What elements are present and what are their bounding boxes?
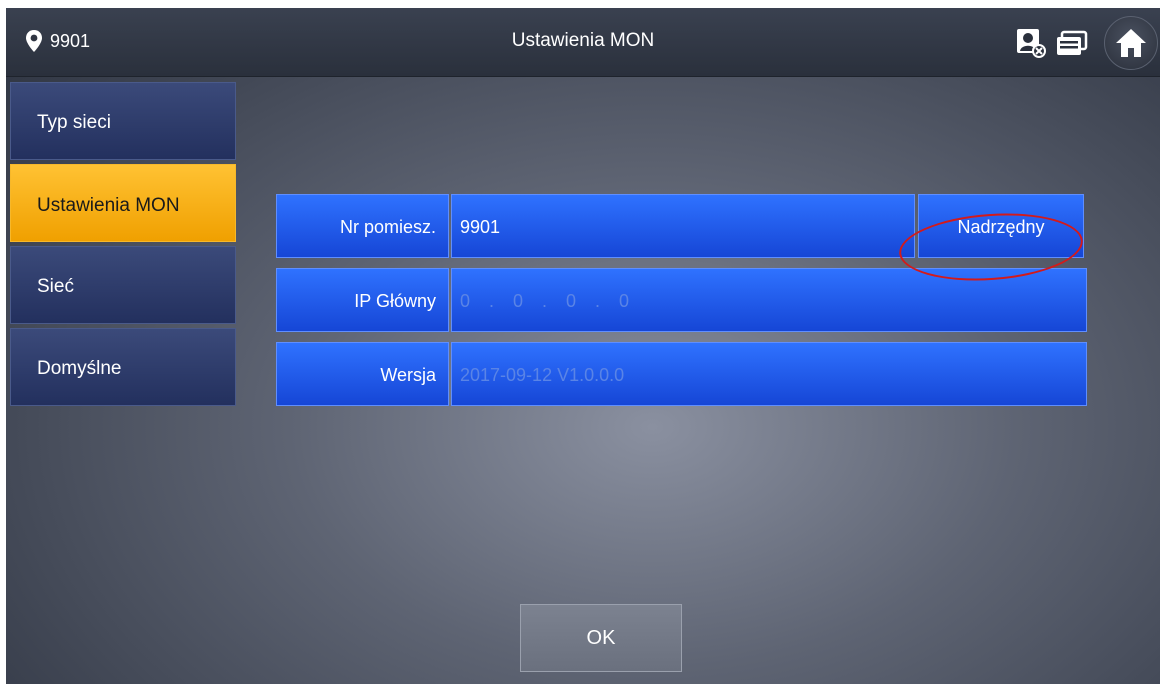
sidebar-item-label: Sieć: [37, 276, 74, 297]
version-field: 2017-09-12 V1.0.0.0: [451, 342, 1087, 406]
master-ip-field[interactable]: 0 . 0 . 0 . 0: [451, 268, 1087, 332]
room-number-row: Nr pomiesz. 9901 Nadrzędny: [276, 194, 1088, 258]
sidebar: Typ sieci Ustawienia MON Sieć Domyślne: [10, 82, 236, 410]
home-icon: [1116, 29, 1146, 57]
top-bar: 9901 Ustawienia MON: [6, 8, 1160, 77]
master-ip-row: IP Główny 0 . 0 . 0 . 0: [276, 268, 1088, 332]
user-status-icon[interactable]: [1016, 28, 1046, 58]
room-number-label: Nr pomiesz.: [276, 194, 449, 258]
message-icon[interactable]: [1056, 30, 1088, 58]
ok-button[interactable]: OK: [520, 604, 682, 672]
sidebar-item-defaults[interactable]: Domyślne: [10, 328, 236, 406]
sidebar-item-mon-settings[interactable]: Ustawienia MON: [10, 164, 236, 242]
room-number-field[interactable]: 9901: [451, 194, 915, 258]
version-row: Wersja 2017-09-12 V1.0.0.0: [276, 342, 1088, 406]
master-mode-button[interactable]: Nadrzędny: [918, 194, 1084, 258]
sidebar-item-label: Domyślne: [37, 358, 122, 379]
sidebar-item-label: Ustawienia MON: [37, 195, 180, 216]
sidebar-item-label: Typ sieci: [37, 112, 111, 133]
sidebar-item-network[interactable]: Sieć: [10, 246, 236, 324]
device-screen: 9901 Ustawienia MON Typ sieci Ustawienia: [6, 8, 1160, 684]
page-title: Ustawienia MON: [511, 30, 655, 51]
home-button[interactable]: [1104, 16, 1158, 70]
sidebar-item-network-type[interactable]: Typ sieci: [10, 82, 236, 160]
master-ip-label: IP Główny: [276, 268, 449, 332]
version-label: Wersja: [276, 342, 449, 406]
